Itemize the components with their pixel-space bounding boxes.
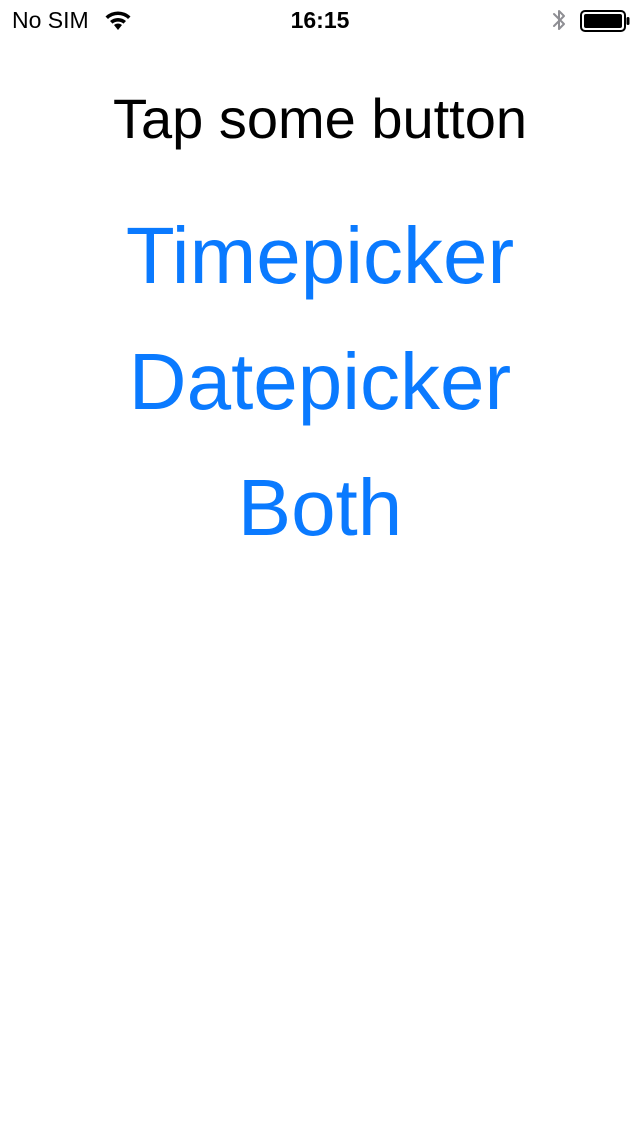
bluetooth-icon [553, 10, 565, 30]
timepicker-button[interactable]: Timepicker [0, 208, 640, 304]
status-bar: No SIM 16:15 [0, 0, 640, 40]
both-button[interactable]: Both [0, 460, 640, 556]
app-screen: No SIM 16:15 Tap some button Timepicker … [0, 0, 640, 1136]
datepicker-button[interactable]: Datepicker [0, 334, 640, 430]
status-time: 16:15 [290, 7, 350, 33]
prompt-label: Tap some button [112, 87, 528, 150]
battery-icon [580, 10, 630, 32]
